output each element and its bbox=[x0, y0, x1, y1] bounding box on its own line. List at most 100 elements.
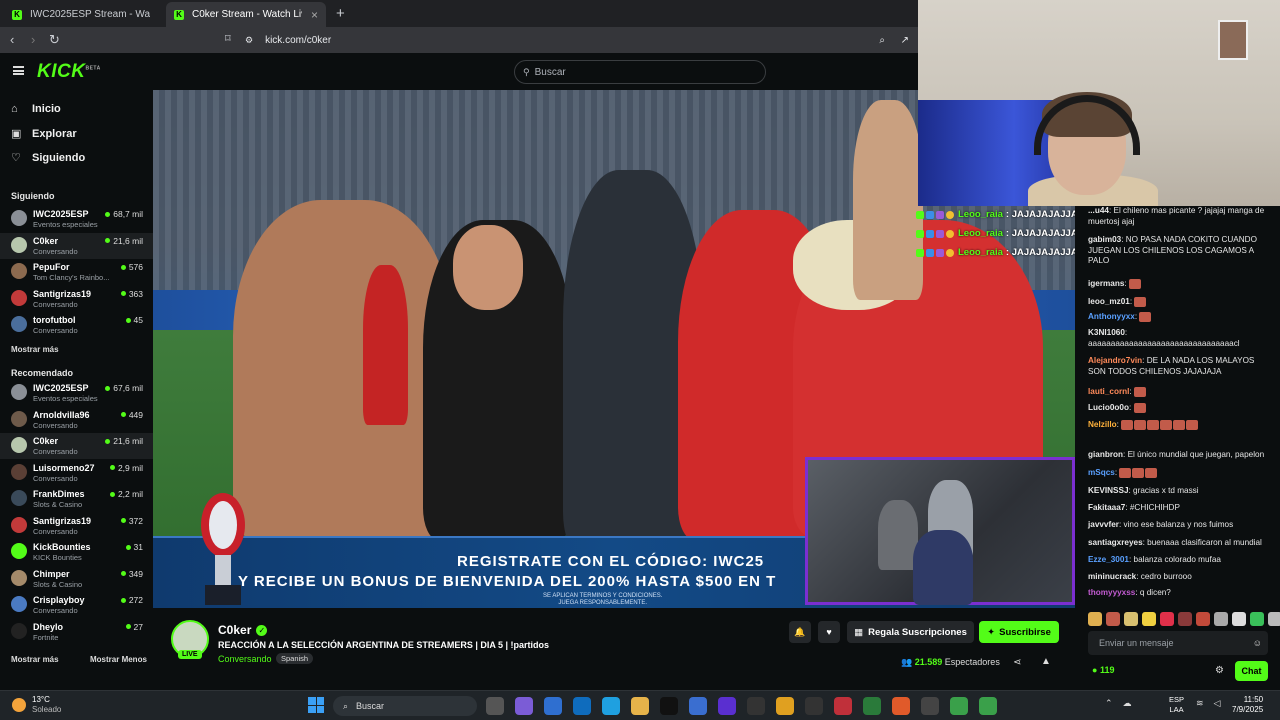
forward-icon[interactable]: › bbox=[31, 32, 35, 47]
emote-icon[interactable] bbox=[1268, 612, 1280, 626]
chat-username[interactable]: javvvfer bbox=[1088, 520, 1119, 529]
share-icon[interactable]: ⋖ bbox=[1013, 657, 1021, 668]
back-icon[interactable]: ‹ bbox=[10, 32, 14, 47]
bookmark-icon[interactable]: ⌑ bbox=[225, 32, 231, 45]
proton-vpn-icon[interactable] bbox=[718, 697, 736, 715]
emote-picker-icon[interactable]: ☺ bbox=[1253, 638, 1262, 648]
streamer-name[interactable]: C0ker ✓ bbox=[218, 623, 268, 637]
chat-username[interactable]: Alejandro7vin bbox=[1088, 356, 1142, 365]
chat-send-button[interactable]: Chat bbox=[1235, 661, 1268, 681]
chat-username[interactable]: Nelzillo bbox=[1088, 420, 1117, 429]
emote-icon[interactable] bbox=[1160, 612, 1174, 626]
browser-tab-c0ker[interactable]: K C0ker Stream - Watch Live or × bbox=[166, 2, 326, 27]
chat-username[interactable]: Lucio0o0o bbox=[1088, 403, 1129, 412]
sidebar-channel[interactable]: PepuFor Tom Clancy's Rainbo... 576 bbox=[0, 259, 153, 285]
chat-username[interactable]: gabim03 bbox=[1088, 235, 1121, 244]
chat-username[interactable]: Ezze_3001 bbox=[1088, 555, 1129, 564]
weather-widget[interactable]: 13°C Soleado bbox=[12, 695, 61, 715]
emote-icon[interactable] bbox=[1196, 612, 1210, 626]
app-icon[interactable] bbox=[834, 697, 852, 715]
emote-icon[interactable] bbox=[1106, 612, 1120, 626]
close-tab-icon[interactable]: × bbox=[311, 8, 318, 22]
nav-home[interactable]: ⌂ Inicio bbox=[11, 103, 61, 115]
emote-icon[interactable] bbox=[1178, 612, 1192, 626]
task-view-icon[interactable] bbox=[486, 697, 504, 715]
nav-explore[interactable]: ▣ Explorar bbox=[11, 127, 77, 141]
file-explorer-icon[interactable] bbox=[631, 697, 649, 715]
language-tag[interactable]: Spanish bbox=[276, 653, 314, 664]
chat-username[interactable]: KEVINSSJ bbox=[1088, 486, 1129, 495]
show-less-recommended[interactable]: Mostrar Menos bbox=[90, 655, 147, 664]
emote-icon[interactable] bbox=[1232, 612, 1246, 626]
chat-username[interactable]: K3NI1060 bbox=[1088, 328, 1125, 337]
input-language[interactable]: ESP LAA bbox=[1169, 695, 1184, 715]
chat-username[interactable]: Fakitaaa7 bbox=[1088, 503, 1125, 512]
search-input[interactable]: ⚲ Buscar bbox=[514, 60, 766, 84]
chat-input[interactable]: Enviar un mensaje ☺ bbox=[1088, 631, 1268, 655]
url-field[interactable]: ⚙ kick.com/c0ker ⌕ ↗ bbox=[245, 31, 915, 49]
emote-icon[interactable] bbox=[1214, 612, 1228, 626]
sidebar-channel[interactable]: Dheylo Fortnite 27 bbox=[0, 619, 153, 645]
sidebar-channel[interactable]: C0ker Conversando 21,6 mil bbox=[0, 433, 153, 459]
chat-username[interactable]: thomyyyxss bbox=[1088, 588, 1135, 597]
taskbar-clock[interactable]: 11:50 7/9/2025 bbox=[1232, 695, 1263, 715]
report-icon[interactable]: ▲ bbox=[1041, 656, 1051, 667]
chat-username[interactable]: lauti_cornl bbox=[1088, 387, 1129, 396]
taskbar-search[interactable]: ⌕ Buscar bbox=[333, 696, 477, 716]
chat-username[interactable]: santiagxreyes bbox=[1088, 538, 1143, 547]
zoom-icon[interactable]: ⌕ bbox=[879, 35, 885, 46]
nav-following[interactable]: ♡ Siguiendo bbox=[11, 151, 85, 165]
edge-icon[interactable] bbox=[602, 697, 620, 715]
chat-username[interactable]: leoo_mz01 bbox=[1088, 297, 1130, 306]
brave-icon[interactable] bbox=[892, 697, 910, 715]
channel-points[interactable]: ● 119 bbox=[1092, 665, 1114, 675]
tray-app-icon[interactable]: ☁ bbox=[1123, 698, 1132, 709]
volume-icon[interactable]: ◁ bbox=[1214, 698, 1221, 709]
sidebar-channel[interactable]: KickBounties KICK Bounties 31 bbox=[0, 539, 153, 565]
emote-icon[interactable] bbox=[1124, 612, 1138, 626]
sidebar-channel[interactable]: FrankDimes Slots & Casino 2,2 mil bbox=[0, 486, 153, 512]
tiktok-icon[interactable] bbox=[660, 697, 678, 715]
heart-follow-icon[interactable]: ♥ bbox=[818, 621, 840, 643]
windows-start-icon[interactable] bbox=[308, 697, 324, 713]
store-icon[interactable] bbox=[544, 697, 562, 715]
browser-tab-iwc[interactable]: K IWC2025ESP Stream - Watch Live bbox=[4, 2, 164, 27]
sidebar-channel[interactable]: IWC2025ESP Eventos especiales 68,7 mil bbox=[0, 206, 153, 232]
app-icon[interactable] bbox=[805, 697, 823, 715]
sidebar-channel[interactable]: IWC2025ESP Eventos especiales 67,6 mil bbox=[0, 380, 153, 406]
app-icon[interactable] bbox=[950, 697, 968, 715]
chat-username[interactable]: gianbron bbox=[1088, 450, 1123, 459]
sidebar-channel[interactable]: torofutbol Conversando 45 bbox=[0, 312, 153, 338]
gift-subs-button[interactable]: ▦ Regala Suscripciones bbox=[847, 621, 974, 643]
show-more-following[interactable]: Mostrar más bbox=[11, 345, 59, 354]
calculator-icon[interactable] bbox=[863, 697, 881, 715]
sidebar-channel[interactable]: Santigrizas19 Conversando 372 bbox=[0, 513, 153, 539]
copilot-icon[interactable] bbox=[515, 697, 533, 715]
chat-username[interactable]: ...u44 bbox=[1088, 206, 1109, 215]
sidebar-channel[interactable]: C0ker Conversando 21,6 mil bbox=[0, 232, 153, 259]
outlook-icon[interactable] bbox=[573, 697, 591, 715]
gear-icon[interactable]: ⚙ bbox=[1215, 665, 1224, 676]
app-icon[interactable] bbox=[747, 697, 765, 715]
wifi-icon[interactable]: ≋ bbox=[1196, 698, 1204, 709]
emote-icon[interactable] bbox=[1142, 612, 1156, 626]
sidebar-channel[interactable]: Arnoldvilla96 Conversando 449 bbox=[0, 407, 153, 433]
sidebar-channel[interactable]: Crisplayboy Conversando 272 bbox=[0, 592, 153, 618]
menu-icon[interactable] bbox=[13, 66, 24, 75]
stream-category[interactable]: Conversando bbox=[218, 654, 272, 664]
tray-chevron-icon[interactable]: ⌃ bbox=[1105, 698, 1113, 709]
reload-icon[interactable]: ↻ bbox=[49, 32, 60, 48]
new-tab-button[interactable]: + bbox=[336, 5, 345, 22]
share-icon[interactable]: ↗ bbox=[901, 35, 909, 46]
chat-username[interactable]: mSqcs bbox=[1088, 468, 1115, 477]
app-icon[interactable] bbox=[689, 697, 707, 715]
subscribe-button[interactable]: ✦ Suscribirse bbox=[979, 621, 1059, 643]
show-more-recommended[interactable]: Mostrar más bbox=[11, 655, 59, 664]
chat-username[interactable]: mininucrack bbox=[1088, 572, 1136, 581]
emote-icon[interactable] bbox=[1250, 612, 1264, 626]
chat-username[interactable]: Anthonyyxx bbox=[1088, 312, 1135, 321]
sidebar-channel[interactable]: Santigrizas19 Conversando 363 bbox=[0, 286, 153, 312]
obs-icon[interactable] bbox=[921, 697, 939, 715]
app-icon[interactable] bbox=[776, 697, 794, 715]
kick-logo[interactable]: KICKBETA bbox=[37, 61, 101, 83]
